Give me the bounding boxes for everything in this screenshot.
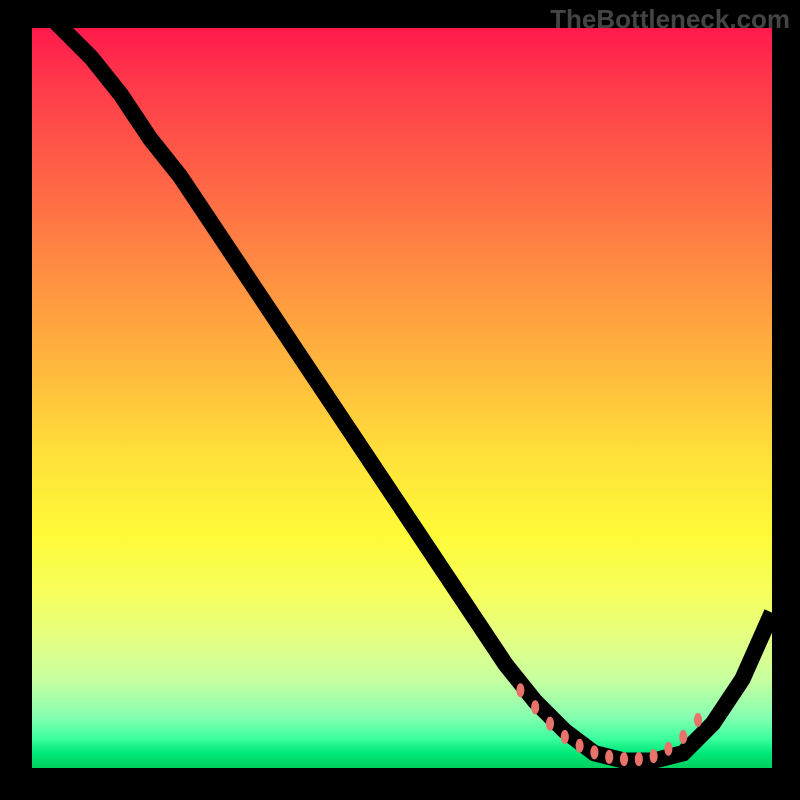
watermark-text: TheBottleneck.com: [550, 4, 790, 35]
chart-container: TheBottleneck.com: [0, 0, 800, 800]
marker-dot: [694, 713, 702, 727]
series-curve: [32, 28, 772, 761]
marker-dot: [516, 683, 524, 697]
plot-area: [32, 28, 772, 768]
marker-dot: [590, 745, 598, 759]
marker-dot: [546, 717, 554, 731]
marker-dot: [679, 730, 687, 744]
marker-dot: [531, 700, 539, 714]
marker-dot: [605, 750, 613, 764]
marker-dot: [650, 749, 658, 763]
marker-dot: [664, 742, 672, 756]
marker-dot: [576, 739, 584, 753]
marker-dot: [635, 752, 643, 766]
marker-dot: [620, 752, 628, 766]
marker-dot: [561, 730, 569, 744]
chart-svg: [32, 28, 772, 768]
